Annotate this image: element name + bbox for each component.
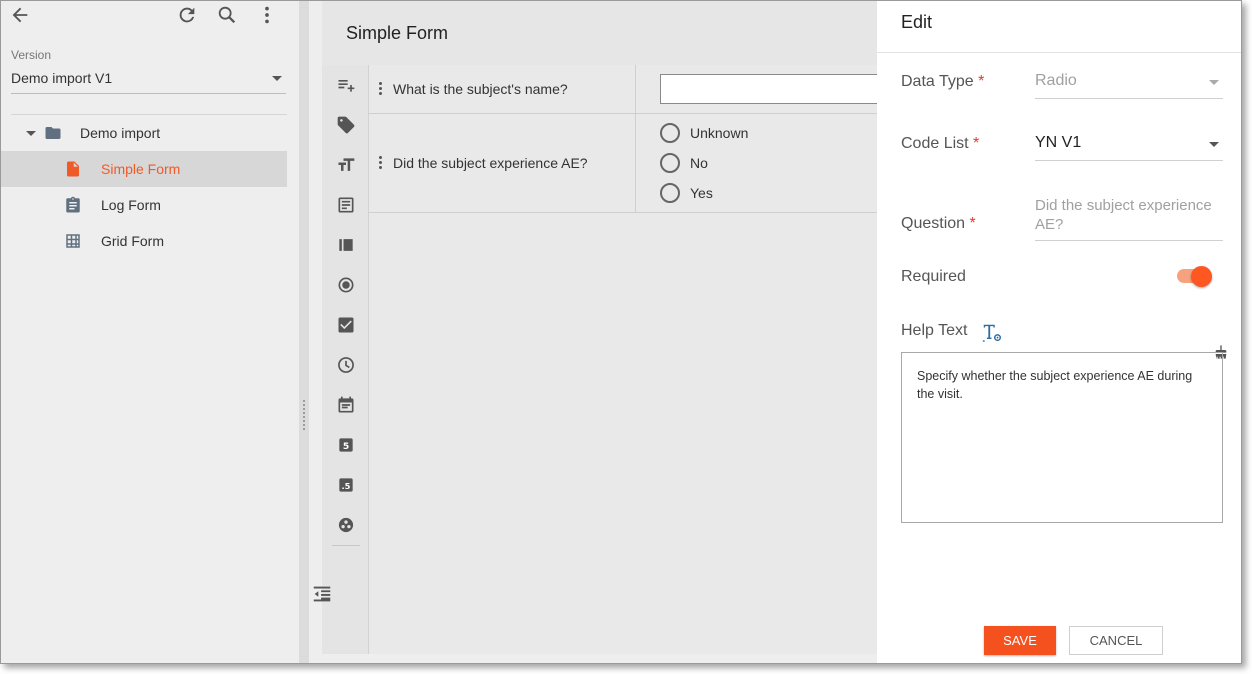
chevron-down-icon: [1209, 142, 1219, 147]
code-list-value: YN V1: [1035, 134, 1082, 151]
save-button[interactable]: SAVE: [984, 626, 1056, 655]
help-text-label: Help Text: [901, 322, 968, 339]
question-text: What is the subject's name?: [393, 81, 568, 97]
expand-caret-icon[interactable]: [26, 130, 36, 136]
question-label-text: Question: [901, 215, 966, 232]
radio-circle-icon[interactable]: [660, 183, 680, 203]
code-list-label-text: Code List: [901, 135, 969, 152]
chevron-down-icon: [272, 76, 282, 81]
tree-item-label: Log Form: [101, 197, 161, 213]
data-type-label: Data Type *: [901, 73, 984, 91]
radio-button-icon[interactable]: [334, 273, 358, 297]
help-text-content: Specify whether the subject experience A…: [917, 369, 1193, 401]
data-type-label-text: Data Type: [901, 73, 974, 90]
code-list-select[interactable]: YN V1: [1035, 129, 1223, 161]
radio-circle-icon[interactable]: [660, 123, 680, 143]
tree-item-simple-form[interactable]: Simple Form: [1, 151, 287, 187]
form-header: Simple Form: [322, 1, 877, 65]
form-card: Simple Form 5 .5 What is the subject's n…: [322, 1, 902, 654]
edit-header: Edit: [877, 1, 1241, 53]
field-toolbox: 5 .5: [322, 65, 369, 654]
form-title: Simple Form: [346, 23, 449, 43]
svg-text:.5: .5: [342, 481, 351, 491]
question-input[interactable]: Did the subject experience AE?: [1035, 195, 1223, 241]
integer-icon[interactable]: 5: [334, 433, 358, 457]
app-window: Version Demo import V1 Demo import Simpl…: [0, 0, 1242, 664]
radio-option-yes[interactable]: Yes: [660, 183, 713, 203]
radio-label: No: [690, 155, 708, 171]
radio-label: Yes: [690, 185, 713, 201]
refresh-icon[interactable]: [175, 3, 199, 27]
checkbox-icon[interactable]: [334, 313, 358, 337]
search-icon[interactable]: [215, 3, 239, 27]
required-label: Required: [901, 268, 966, 285]
collapse-panel-icon[interactable]: [311, 583, 333, 610]
required-asterisk: *: [978, 73, 985, 90]
tree-item-label: Simple Form: [101, 161, 181, 177]
tree-item-log-form[interactable]: Log Form: [1, 187, 287, 223]
required-asterisk: *: [973, 135, 980, 152]
edit-panel: Edit Data Type * Radio Code List * YN V1…: [877, 1, 1241, 663]
panel-splitter[interactable]: [299, 1, 309, 663]
cancel-button[interactable]: CANCEL: [1069, 626, 1163, 655]
tree-item-label: Grid Form: [101, 233, 164, 249]
data-type-select[interactable]: Radio: [1035, 67, 1223, 99]
column-divider: [635, 65, 636, 113]
radio-label: Unknown: [690, 125, 749, 141]
document-icon: [64, 160, 82, 178]
radio-option-no[interactable]: No: [660, 153, 708, 173]
text-size-icon[interactable]: [334, 153, 358, 177]
calendar-icon[interactable]: [334, 393, 358, 417]
drag-handle-icon[interactable]: [379, 156, 383, 170]
add-row-icon[interactable]: [334, 73, 358, 97]
data-type-value: Radio: [1035, 72, 1077, 89]
svg-text:5: 5: [343, 441, 349, 452]
column-divider: [635, 114, 636, 212]
code-list-label: Code List *: [901, 135, 979, 153]
question-label: Question *: [901, 215, 976, 233]
question-row[interactable]: What is the subject's name?: [369, 65, 902, 114]
folder-icon: [44, 124, 62, 142]
radio-circle-icon[interactable]: [660, 153, 680, 173]
back-arrow-icon[interactable]: [8, 3, 32, 27]
grid-icon: [64, 232, 82, 250]
subject-name-input[interactable]: [660, 74, 902, 104]
form-designer: Simple Form 5 .5 What is the subject's n…: [309, 1, 902, 663]
chevron-down-icon: [1209, 80, 1219, 85]
group-icon[interactable]: [334, 513, 358, 537]
tree-folder-demo-import[interactable]: Demo import: [1, 115, 287, 151]
more-vert-icon[interactable]: [255, 3, 279, 27]
version-value: Demo import V1: [11, 70, 113, 86]
version-select[interactable]: Demo import V1: [11, 67, 286, 94]
version-label: Version: [11, 48, 52, 62]
edit-title: Edit: [901, 12, 933, 32]
toolbox-divider: [332, 545, 360, 546]
required-toggle-knob[interactable]: [1191, 266, 1212, 287]
question-text: Did the subject experience AE?: [393, 155, 588, 171]
help-text-editor[interactable]: Specify whether the subject experience A…: [901, 352, 1223, 523]
question-value: Did the subject experience AE?: [1035, 197, 1212, 233]
column-icon[interactable]: [334, 233, 358, 257]
tree-folder-label: Demo import: [80, 125, 161, 141]
required-asterisk: *: [969, 215, 976, 232]
text-area-icon[interactable]: [334, 193, 358, 217]
tree-item-grid-form[interactable]: Grid Form: [1, 223, 287, 259]
radio-option-unknown[interactable]: Unknown: [660, 123, 748, 143]
drag-handle-icon[interactable]: [379, 82, 383, 96]
question-row[interactable]: Did the subject experience AE? Unknown N…: [369, 114, 877, 213]
decimal-icon[interactable]: .5: [334, 473, 358, 497]
tag-icon[interactable]: [334, 113, 358, 137]
clipboard-icon: [64, 196, 82, 214]
text-format-icon[interactable]: [981, 322, 1003, 349]
sidebar: Version Demo import V1 Demo import Simpl…: [1, 1, 299, 663]
clock-icon[interactable]: [334, 353, 358, 377]
splitter-grip-icon[interactable]: [302, 399, 306, 431]
